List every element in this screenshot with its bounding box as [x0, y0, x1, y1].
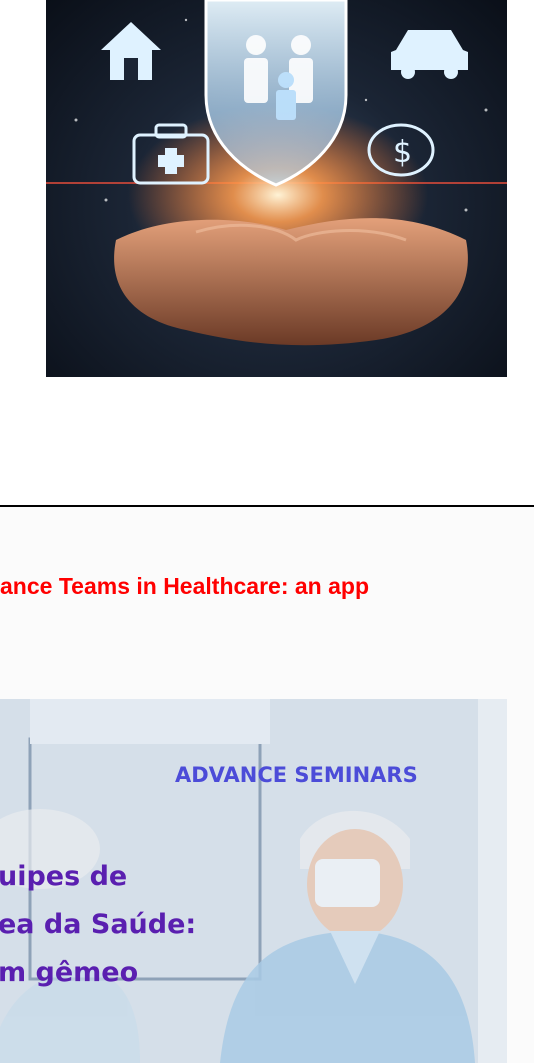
car-icon [391, 30, 468, 79]
seminar-title-line-2: ea da Saúde: [0, 909, 197, 940]
seminar-banner-image: ADVANCE SEMINARS uipes de ea da Saúde: m… [0, 699, 507, 1063]
house-icon [101, 22, 161, 80]
seminar-title-line-1: uipes de [0, 861, 128, 892]
seminar-title-line-3: m gêmeo [0, 957, 139, 988]
svg-text:$: $ [393, 135, 412, 170]
seminar-label: ADVANCE SEMINARS [175, 763, 418, 787]
article-title-link[interactable]: ance Teams in Healthcare: an app [0, 573, 534, 600]
hands-icon [114, 218, 468, 346]
insurance-hero-image: $ [46, 0, 507, 377]
